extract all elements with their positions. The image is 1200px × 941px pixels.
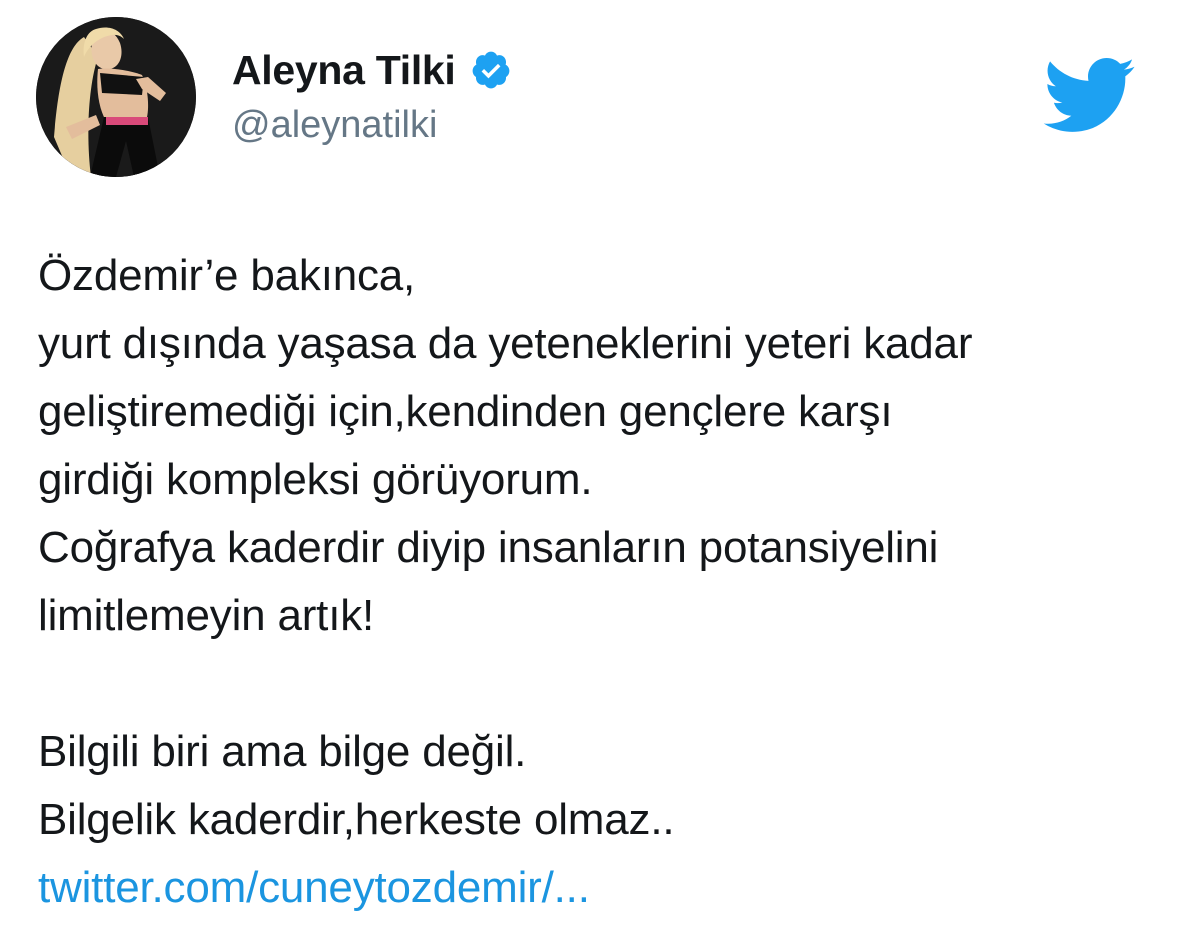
tweet-line: Bilgelik kaderdir,herkeste olmaz.. bbox=[38, 795, 675, 844]
verified-badge-icon bbox=[470, 49, 512, 91]
tweet-line: geliştiremediği için,kendinden gençlere … bbox=[38, 387, 893, 436]
tweet-line: limitlemeyin artık! bbox=[38, 591, 375, 640]
tweet-line: girdiği kompleksi görüyorum. bbox=[38, 455, 593, 504]
tweet-line: Özdemir’e bakınca, bbox=[38, 251, 416, 300]
tweet-card: Aleyna Tilki @aleynatilki Özdemir’e bakı… bbox=[0, 0, 1200, 941]
avatar-photo bbox=[36, 17, 196, 177]
tweet-text: Özdemir’e bakınca, yurt dışında yaşasa d… bbox=[38, 242, 1178, 922]
tweet-line: yurt dışında yaşasa da yeteneklerini yet… bbox=[38, 319, 973, 368]
tweet-line: Bilgili biri ama bilge değil. bbox=[38, 727, 527, 776]
twitter-bird-icon[interactable] bbox=[1040, 55, 1136, 135]
display-name[interactable]: Aleyna Tilki bbox=[232, 47, 456, 94]
tweet-line: Coğrafya kaderdir diyip insanların potan… bbox=[38, 523, 939, 572]
user-handle[interactable]: @aleynatilki bbox=[232, 104, 437, 147]
tweet-link[interactable]: twitter.com/cuneytozdemir/... bbox=[38, 854, 1178, 922]
display-name-row: Aleyna Tilki bbox=[232, 42, 512, 98]
avatar[interactable] bbox=[36, 17, 196, 177]
